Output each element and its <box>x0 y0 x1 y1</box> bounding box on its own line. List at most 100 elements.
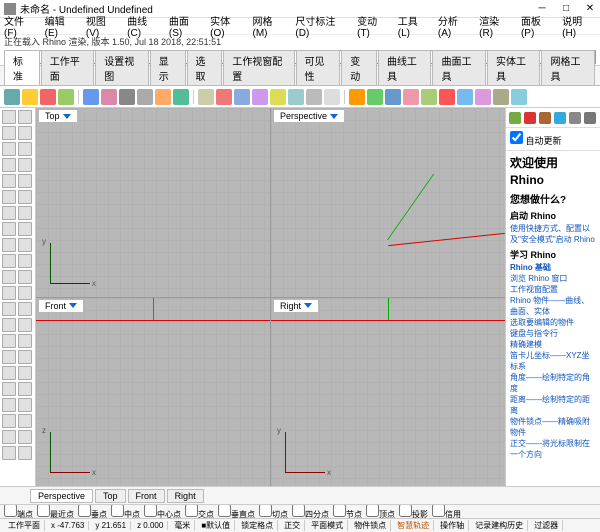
tool-button[interactable] <box>18 254 32 268</box>
viewport-top[interactable]: Top x y <box>36 108 270 297</box>
toolbar-button[interactable] <box>58 89 74 105</box>
help-link[interactable]: 浏览 Rhino 窗口 <box>510 273 596 284</box>
tab[interactable]: 工作平面 <box>41 50 95 85</box>
osnap-item[interactable]: 信用 <box>432 504 461 518</box>
help-link[interactable]: 工作视窗配置 <box>510 284 596 295</box>
panel-tab-icon[interactable] <box>569 112 581 124</box>
tool-button[interactable] <box>18 126 32 140</box>
tool-button[interactable] <box>2 206 16 220</box>
tool-button[interactable] <box>2 238 16 252</box>
tool-button[interactable] <box>18 446 32 460</box>
toolbar-button[interactable] <box>155 89 171 105</box>
toolbar-button[interactable] <box>22 89 38 105</box>
toolbar-button[interactable] <box>216 89 232 105</box>
tool-button[interactable] <box>2 142 16 156</box>
status-toggle[interactable]: 锁定格点 <box>237 520 278 531</box>
toolbar-button[interactable] <box>439 89 455 105</box>
osnap-item[interactable]: 顶点 <box>366 504 395 518</box>
tool-button[interactable] <box>18 238 32 252</box>
menu-item[interactable]: 工具(L) <box>398 13 430 39</box>
help-link[interactable]: 距离——绘制特定的距离 <box>510 394 596 416</box>
tab[interactable]: 曲面工具 <box>432 50 486 85</box>
osnap-item[interactable]: 中点 <box>111 504 140 518</box>
tool-button[interactable] <box>2 110 16 124</box>
tool-button[interactable] <box>2 350 16 364</box>
tab[interactable]: 选取 <box>187 50 223 85</box>
tool-button[interactable] <box>18 190 32 204</box>
status-toggle[interactable]: 记录建构历史 <box>471 520 528 531</box>
tool-button[interactable] <box>2 334 16 348</box>
toolbar-button[interactable] <box>324 89 340 105</box>
toolbar-button[interactable] <box>270 89 286 105</box>
viewport-tab[interactable]: Front <box>128 489 165 503</box>
status-toggle[interactable]: 平面模式 <box>307 520 348 531</box>
toolbar-button[interactable] <box>306 89 322 105</box>
osnap-item[interactable]: 切点 <box>259 504 288 518</box>
tool-button[interactable] <box>18 366 32 380</box>
toolbar-button[interactable] <box>385 89 401 105</box>
panel-tab-icon[interactable] <box>524 112 536 124</box>
toolbar-button[interactable] <box>493 89 509 105</box>
tool-button[interactable] <box>2 302 16 316</box>
toolbar-button[interactable] <box>349 89 365 105</box>
osnap-item[interactable]: 端点 <box>4 504 33 518</box>
tab[interactable]: 显示 <box>150 50 186 85</box>
toolbar-button[interactable] <box>83 89 99 105</box>
tool-button[interactable] <box>18 302 32 316</box>
viewport-perspective[interactable]: Perspective <box>271 108 505 297</box>
viewport-label-perspective[interactable]: Perspective <box>274 110 344 122</box>
panel-tab-icon[interactable] <box>554 112 566 124</box>
tool-button[interactable] <box>2 382 16 396</box>
viewport-label-front[interactable]: Front <box>39 300 83 312</box>
tool-button[interactable] <box>2 174 16 188</box>
toolbar-button[interactable] <box>252 89 268 105</box>
tool-button[interactable] <box>2 414 16 428</box>
osnap-item[interactable]: 投影 <box>399 504 428 518</box>
help-link[interactable]: 精确建模 <box>510 339 596 350</box>
toolbar-button[interactable] <box>137 89 153 105</box>
tab[interactable]: 标准 <box>4 50 40 85</box>
menu-item[interactable]: 说明(H) <box>562 13 596 39</box>
layer-indicator[interactable]: ■默认值 <box>197 520 235 531</box>
menu-item[interactable]: 变动(T) <box>357 13 390 39</box>
toolbar-button[interactable] <box>40 89 56 105</box>
tab[interactable]: 可见性 <box>296 50 341 85</box>
tool-button[interactable] <box>2 190 16 204</box>
help-link[interactable]: 选取要编辑的物件 <box>510 317 596 328</box>
tool-button[interactable] <box>18 222 32 236</box>
toolbar-button[interactable] <box>101 89 117 105</box>
toolbar-button[interactable] <box>173 89 189 105</box>
tool-button[interactable] <box>18 334 32 348</box>
tool-button[interactable] <box>18 430 32 444</box>
help-link[interactable]: 使用快捷方式、配置以及"安全模式"启动 Rhino <box>510 223 596 245</box>
tool-button[interactable] <box>18 110 32 124</box>
help-link[interactable]: 角度——绘制特定的角度 <box>510 372 596 394</box>
osnap-item[interactable]: 四分点 <box>292 504 329 518</box>
tab[interactable]: 曲线工具 <box>378 50 432 85</box>
toolbar-button[interactable] <box>234 89 250 105</box>
toolbar-button[interactable] <box>288 89 304 105</box>
toolbar-button[interactable] <box>119 89 135 105</box>
osnap-item[interactable]: 中心点 <box>144 504 181 518</box>
osnap-item[interactable]: 最近点 <box>37 504 74 518</box>
osnap-item[interactable]: 垂直点 <box>218 504 255 518</box>
toolbar-button[interactable] <box>511 89 527 105</box>
tool-button[interactable] <box>18 270 32 284</box>
toolbar-button[interactable] <box>367 89 383 105</box>
menu-item[interactable]: 网格(M) <box>253 13 288 39</box>
tab[interactable]: 设置视图 <box>95 50 149 85</box>
help-link[interactable]: 笛卡儿坐标——XYZ坐标系 <box>510 350 596 372</box>
tool-button[interactable] <box>2 430 16 444</box>
tool-button[interactable] <box>2 126 16 140</box>
tool-button[interactable] <box>18 286 32 300</box>
toolbar-button[interactable] <box>421 89 437 105</box>
osnap-item[interactable]: 节点 <box>333 504 362 518</box>
tool-button[interactable] <box>2 446 16 460</box>
help-link[interactable]: 键盘与指令行 <box>510 328 596 339</box>
tool-button[interactable] <box>2 270 16 284</box>
status-toggle[interactable]: 正交 <box>280 520 305 531</box>
panel-tab-icon[interactable] <box>584 112 596 124</box>
status-toggle[interactable]: 智慧轨迹 <box>393 520 434 531</box>
viewport-label-top[interactable]: Top <box>39 110 77 122</box>
menu-item[interactable]: 分析(A) <box>438 13 471 39</box>
